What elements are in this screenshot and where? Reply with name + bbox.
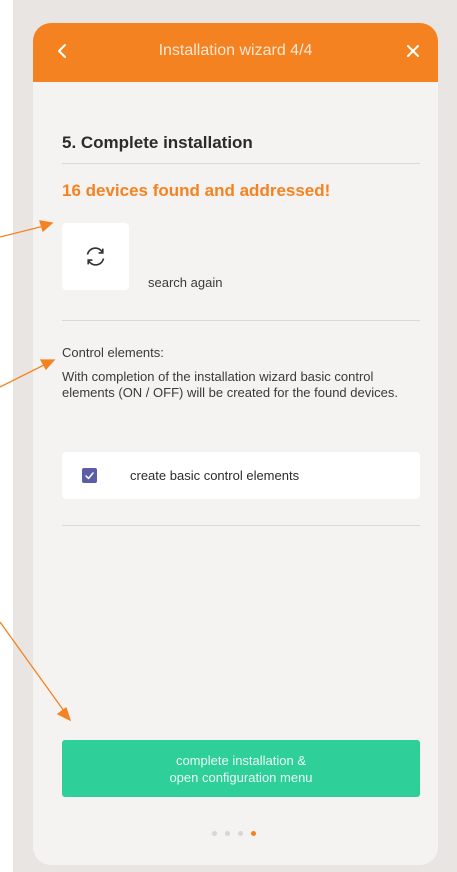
annotation-arrow	[0, 621, 65, 712]
annotation-arrowhead	[39, 359, 56, 371]
annotation-arrowhead	[56, 706, 72, 722]
annotation-arrow	[0, 225, 45, 238]
annotation-arrow	[0, 363, 47, 388]
annotation-arrows	[0, 220, 72, 722]
annotation-arrowhead	[39, 220, 54, 233]
